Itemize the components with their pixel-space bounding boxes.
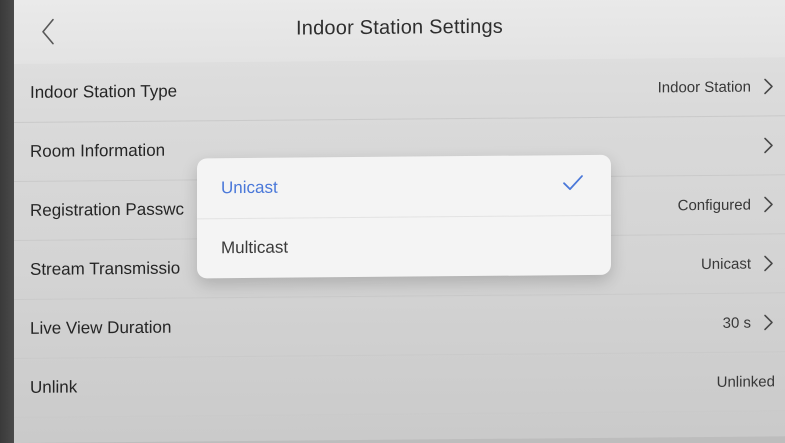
chevron-right-icon [761,77,775,95]
page-title: Indoor Station Settings [296,15,503,40]
setting-label: Indoor Station Type [30,81,178,102]
chevron-right-icon [761,254,775,272]
option-unicast[interactable]: Unicast [197,155,611,219]
option-label: Multicast [221,237,289,258]
option-multicast[interactable]: Multicast [197,215,611,279]
setting-label: Room Information [30,140,166,161]
option-label: Unicast [221,177,278,198]
stream-transmission-dialog: Unicast Multicast [197,154,611,279]
setting-right: Unlinked [717,373,775,391]
setting-label: Registration Passwc [30,199,185,220]
chevron-right-icon [761,313,775,331]
setting-label: Stream Transmissio [30,258,181,279]
setting-right [751,136,775,154]
setting-value: Unlinked [716,372,775,391]
settings-row-unlink[interactable]: Unlink Unlinked [14,352,785,418]
setting-right: Configured [678,195,775,214]
setting-value: Configured [677,196,751,214]
screen: Indoor Station Settings Indoor Station T… [14,0,785,443]
top-bar: Indoor Station Settings [14,0,785,65]
chevron-right-icon [761,136,775,154]
chevron-right-icon [761,195,775,213]
setting-value: 30 s [722,314,751,332]
device-frame: Indoor Station Settings Indoor Station T… [0,0,785,443]
setting-right: 30 s [723,313,775,331]
setting-right: Indoor Station [658,77,775,96]
setting-label: Live View Duration [30,317,172,338]
settings-row-indoor-station-type[interactable]: Indoor Station Type Indoor Station [14,57,785,123]
setting-value: Unicast [700,255,751,273]
checkmark-icon [563,175,583,191]
setting-label: Unlink [30,377,78,397]
setting-right: Unicast [701,254,775,273]
settings-row-live-view-duration[interactable]: Live View Duration 30 s [14,293,785,359]
setting-value: Indoor Station [657,78,751,96]
